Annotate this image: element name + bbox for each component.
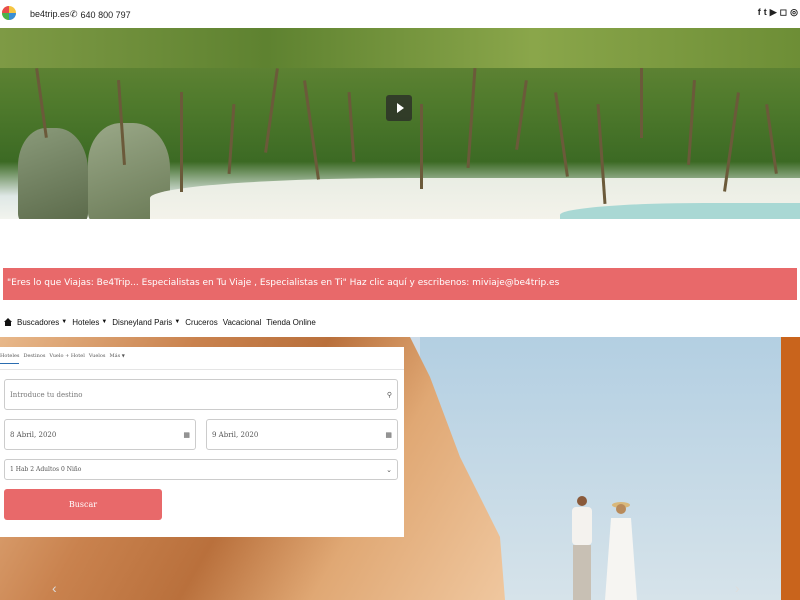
palm-tree <box>723 92 740 192</box>
nav-item-vacacional[interactable]: Vacacional <box>223 318 262 327</box>
play-button[interactable] <box>386 95 412 121</box>
calendar-icon: ▦ <box>183 430 190 439</box>
palm-tree <box>554 92 569 177</box>
whatsapp-icon[interactable]: ◎ <box>790 7 798 18</box>
caret-down-icon: ▼ <box>61 319 68 325</box>
slider-next-arrow-icon[interactable]: › <box>735 580 740 596</box>
tab-vuelos[interactable]: Vuelos <box>89 353 106 364</box>
caret-down-icon: ▼ <box>121 353 125 358</box>
hero-rock-left <box>18 128 88 219</box>
tab-mas[interactable]: Más ▼ <box>109 353 124 364</box>
phone-icon: ✆ <box>70 9 78 19</box>
site-link[interactable]: be4trip.es <box>30 9 70 19</box>
nav-item-buscadores[interactable]: Buscadores ▼ <box>17 318 67 327</box>
slider-next-slide-preview <box>781 337 800 600</box>
slide-couple-man <box>572 496 592 600</box>
promo-banner[interactable]: "Eres lo que Viajas: Be4Trip... Especial… <box>3 268 797 300</box>
palm-tree <box>515 80 528 150</box>
palm-tree <box>227 103 236 175</box>
tab-hoteles[interactable]: Hoteles <box>0 353 20 364</box>
main-nav: Buscadores ▼ Hoteles ▼ Disneyland Paris ▼ C… <box>4 315 316 329</box>
nav-item-disneyland[interactable]: Disneyland Paris ▼ <box>112 318 180 327</box>
palm-tree <box>264 68 279 153</box>
tab-destinos[interactable]: Destinos <box>23 353 45 364</box>
hero-palms-top <box>0 28 800 68</box>
palm-tree <box>765 104 778 174</box>
home-icon[interactable] <box>4 318 12 326</box>
checkout-date-field[interactable]: 9 Abril, 2020 ▦ <box>206 419 398 450</box>
calendar-icon: ▦ <box>385 430 392 439</box>
tabs-divider <box>0 369 404 370</box>
rooms-select[interactable]: 1 Hab 2 Adultos 0 Niño ⌄ <box>4 459 398 480</box>
nav-item-cruceros[interactable]: Cruceros <box>185 318 217 327</box>
palm-tree <box>640 68 643 138</box>
search-button[interactable]: Buscar <box>4 489 162 520</box>
phone-number: 640 800 797 <box>80 9 131 20</box>
nav-item-hoteles[interactable]: Hoteles ▼ <box>72 318 107 327</box>
palm-tree <box>303 80 320 180</box>
top-bar: be4trip.es ✆ 640 800 797 f t ▶ ◻ ◎ <box>0 0 800 28</box>
social-links: f t ▶ ◻ ◎ <box>758 7 798 18</box>
slider-prev-arrow-icon[interactable]: ‹ <box>52 580 57 596</box>
globe-logo-icon[interactable] <box>0 2 16 24</box>
facebook-icon[interactable]: f <box>758 7 761 18</box>
caret-down-icon: ▼ <box>101 319 108 325</box>
twitter-icon[interactable]: t <box>764 7 767 18</box>
phone-link[interactable]: ✆ 640 800 797 <box>70 9 131 20</box>
palm-tree <box>687 79 696 166</box>
palm-tree <box>180 92 183 192</box>
palm-tree <box>420 104 423 189</box>
nav-item-tienda[interactable]: Tienda Online <box>266 318 316 327</box>
youtube-icon[interactable]: ▶ <box>770 7 777 18</box>
palm-tree <box>466 68 477 168</box>
palm-tree <box>347 91 356 163</box>
hero-video[interactable] <box>0 28 800 219</box>
chevron-down-icon: ⌄ <box>386 465 392 474</box>
destination-input[interactable]: Introduce tu destino ⚲ <box>4 379 398 410</box>
slide-couple-woman <box>605 502 637 600</box>
tab-vuelo-hotel[interactable]: Vuelo + Hotel <box>49 353 84 364</box>
search-tabs: Hoteles Destinos Vuelo + Hotel Vuelos Má… <box>0 353 125 364</box>
play-icon <box>396 103 404 113</box>
instagram-icon[interactable]: ◻ <box>780 7 787 18</box>
search-icon: ⚲ <box>386 390 392 399</box>
checkin-date-field[interactable]: 8 Abril, 2020 ▦ <box>4 419 196 450</box>
caret-down-icon: ▼ <box>174 319 181 325</box>
